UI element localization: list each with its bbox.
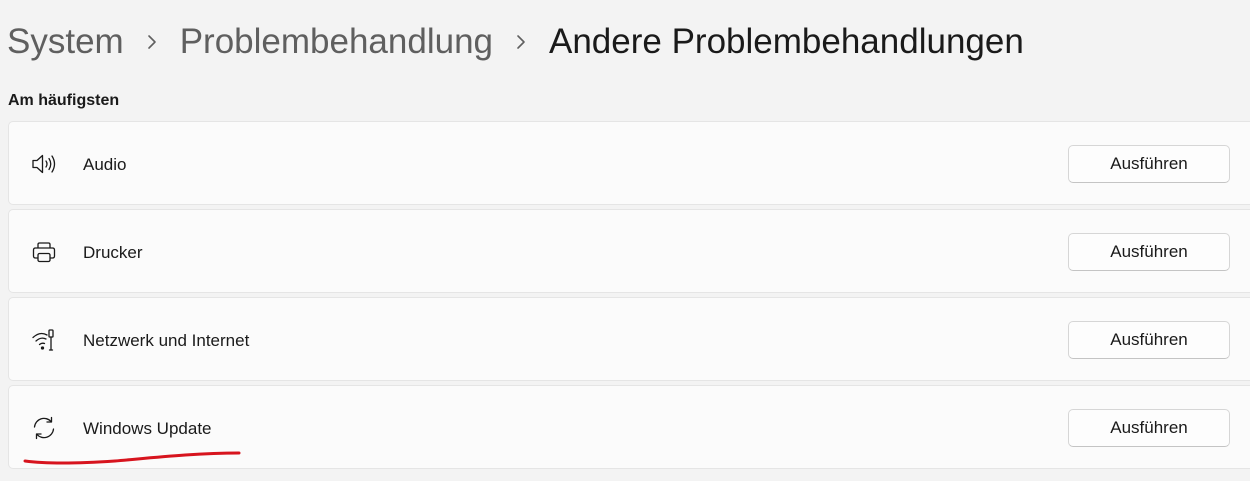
sync-icon [31,415,57,441]
run-audio-button[interactable]: Ausführen [1068,145,1230,183]
troubleshooter-label: Drucker [83,243,143,262]
printer-icon [31,239,57,265]
troubleshooter-label: Netzwerk und Internet [83,331,250,350]
chevron-right-icon [493,18,549,66]
page-title: Andere Problembehandlungen [549,22,1024,61]
troubleshooter-label: Windows Update [83,419,212,438]
run-windows-update-button[interactable]: Ausführen [1068,409,1230,447]
speaker-icon [31,151,57,177]
troubleshooter-drucker: Drucker Ausführen [8,209,1250,293]
run-drucker-button[interactable]: Ausführen [1068,233,1230,271]
troubleshooter-list: Audio Ausführen Drucker Ausführen Netzwe… [8,121,1250,473]
troubleshooter-windows-update: Windows Update Ausführen [8,385,1250,469]
troubleshooter-label: Audio [83,155,127,174]
section-title: Am häufigsten [8,92,120,109]
chevron-right-icon [124,18,180,66]
breadcrumb: System Problembehandlung Andere Problemb… [7,18,1024,66]
troubleshooter-audio: Audio Ausführen [8,121,1250,205]
network-icon [31,327,57,353]
breadcrumb-system[interactable]: System [7,18,124,66]
run-netzwerk-button[interactable]: Ausführen [1068,321,1230,359]
breadcrumb-problembehandlung[interactable]: Problembehandlung [180,18,493,66]
troubleshooter-netzwerk: Netzwerk und Internet Ausführen [8,297,1250,381]
